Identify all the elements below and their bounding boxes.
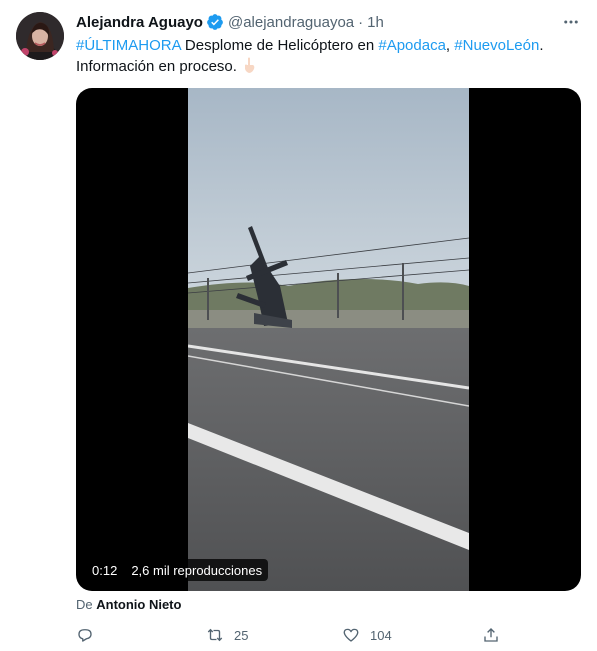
- heart-icon: [343, 628, 359, 642]
- attribution-prefix: De: [76, 597, 97, 612]
- retweet-button[interactable]: 25: [206, 624, 248, 646]
- profile-photo-icon: [16, 12, 64, 60]
- tweet-actions: 25 104: [76, 624, 506, 646]
- share-button[interactable]: [482, 624, 500, 646]
- reply-button[interactable]: [76, 624, 94, 646]
- author-display-name[interactable]: Alejandra Aguayo: [76, 14, 203, 31]
- tweet: Alejandra Aguayo @alejandraguayoa · 1h #…: [0, 0, 597, 651]
- video-info-overlay: 0:12 2,6 mil reproducciones: [86, 559, 269, 581]
- tweet-text-segment: ,: [445, 37, 455, 54]
- video-player[interactable]: 0:12 2,6 mil reproducciones: [76, 88, 581, 591]
- retweet-icon: [207, 628, 223, 642]
- tweet-text: #ÚLTIMAHORA Desplome de Helicóptero en #…: [76, 36, 576, 77]
- video-attribution: De Antonio Nieto: [76, 597, 181, 612]
- hashtag-link[interactable]: #ÚLTIMAHORA: [76, 37, 181, 54]
- video-frame: [188, 88, 469, 591]
- like-button[interactable]: 104: [342, 624, 392, 646]
- retweet-count: 25: [234, 627, 249, 643]
- tweet-text-segment: Información en proceso.: [76, 58, 242, 75]
- tweet-timestamp[interactable]: 1h: [367, 14, 384, 31]
- verified-badge-icon: [206, 13, 224, 31]
- more-options-button[interactable]: [557, 8, 585, 36]
- author-handle[interactable]: @alejandraguayoa: [228, 14, 354, 31]
- reply-icon: [78, 629, 92, 642]
- video-duration: 0:12: [92, 562, 118, 578]
- more-dots-icon: [564, 20, 578, 24]
- tweet-text-segment: .: [539, 37, 544, 54]
- attribution-author-link[interactable]: Antonio Nieto: [96, 597, 181, 612]
- like-count: 104: [370, 627, 392, 643]
- share-icon: [484, 628, 498, 642]
- hashtag-link[interactable]: #Apodaca: [378, 37, 446, 54]
- header-separator: ·: [358, 13, 364, 31]
- pointing-down-emoji-icon: [241, 56, 259, 74]
- author-avatar[interactable]: [16, 12, 64, 60]
- hashtag-link[interactable]: #NuevoLeón: [454, 37, 539, 54]
- tweet-text-segment: Desplome de Helicóptero en: [180, 37, 379, 54]
- tweet-header: Alejandra Aguayo @alejandraguayoa · 1h: [76, 12, 581, 32]
- video-view-count: 2,6 mil reproducciones: [131, 562, 263, 578]
